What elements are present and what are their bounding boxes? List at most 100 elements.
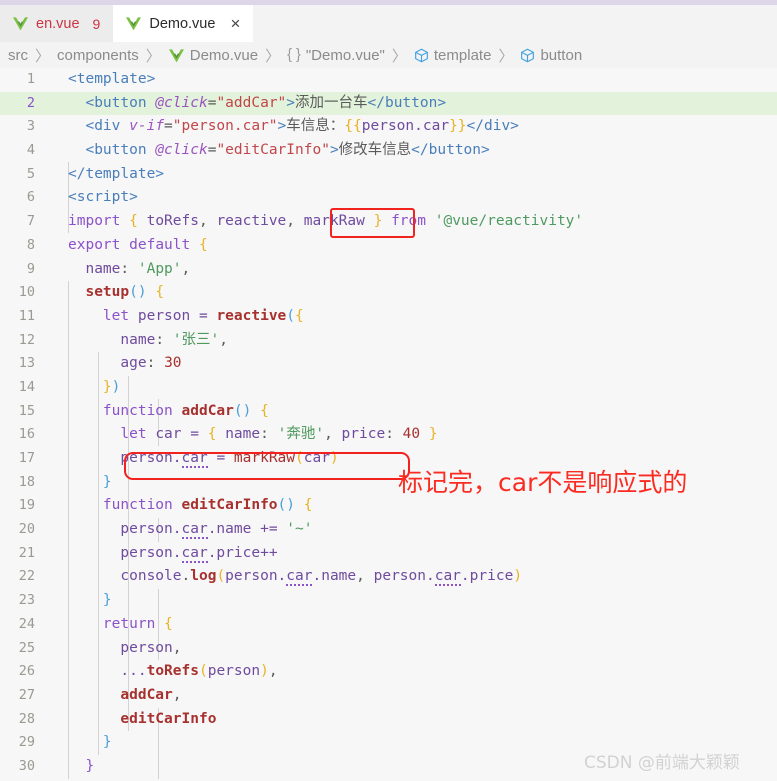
code-line[interactable]: 5 </template> [0,163,777,187]
code-line[interactable]: 16 let car = { name: '奔驰', price: 40 } [0,423,777,447]
code-line[interactable]: 6 <script> [0,186,777,210]
code-line[interactable]: 12 name: '张三', [0,329,777,353]
line-content: export default { [68,236,208,253]
breadcrumb-separator: 〉 [35,47,51,65]
code-line[interactable]: 13 age: 30 [0,352,777,376]
code-line[interactable]: 3 <div v-if="person.car">车信息：{{person.ca… [0,115,777,139]
tab-demo-vue[interactable]: Demo.vue × [113,5,254,42]
line-number: 14 [18,378,35,395]
line-number: 3 [26,118,35,135]
line-number: 7 [26,213,35,230]
code-line[interactable]: 7 import { toRefs, reactive, markRaw } f… [0,210,777,234]
line-content: name: 'App', [85,260,191,277]
line-number: 1 [26,71,35,87]
line-number: 18 [18,473,35,490]
tab-label: Demo.vue [149,15,216,32]
code-line[interactable]: 28 editCarInfo [0,708,777,732]
line-number: 5 [26,165,35,182]
cube-icon [520,48,535,63]
close-icon[interactable]: × [230,15,240,32]
annotation-markraw-note: 标记完，car不是响应式的 [398,468,688,497]
watermark: CSDN @前端大颖颖 [584,753,740,773]
breadcrumb-label: src [8,46,28,64]
code-line[interactable]: 23 } [0,589,777,613]
code-line[interactable]: 24 return { [0,613,777,637]
line-number: 22 [18,568,35,585]
line-content: <template> [68,71,156,87]
line-number: 24 [18,615,35,632]
line-content: <div v-if="person.car">车信息：{{person.car}… [85,118,519,135]
breadcrumb-label: button [540,46,583,64]
code-line[interactable]: 2 <button @click="addCar">添加一台车</button> [0,91,777,116]
breadcrumb-label: Demo.vue [189,46,259,64]
code-editor[interactable]: 1 <template> 2 <button @click="addCar">添… [0,68,777,781]
code-line[interactable]: 20 person.car.name += '~' [0,518,777,542]
line-content: function addCar() { [102,402,269,419]
vue-icon [12,16,29,31]
line-content: <button @click="addCar">添加一台车</button> [85,94,447,111]
line-number: 6 [26,189,35,206]
code-line[interactable]: 8 export default { [0,234,777,258]
line-content: person.car.price++ [120,544,278,563]
line-content: console.log(person.car.name, person.car.… [120,568,523,587]
breadcrumb-item-src[interactable]: src [8,47,28,64]
line-content: ...toRefs(person), [120,663,278,680]
line-number: 26 [18,663,35,680]
code-line[interactable]: 14 }) [0,376,777,400]
code-line[interactable]: 27 addCar, [0,684,777,708]
line-content: } [102,592,112,609]
line-number: 27 [18,686,35,703]
tab-en-vue[interactable]: en.vue 9 [0,5,114,42]
code-line[interactable]: 21 person.car.price++ [0,542,777,566]
line-content: setup() { [85,284,165,301]
line-content: <script> [68,189,138,206]
breadcrumb-item-components[interactable]: components [57,47,139,64]
line-content: name: '张三', [120,331,228,348]
code-line[interactable]: 10 setup() { [0,281,777,305]
code-line[interactable]: 25 person, [0,637,777,661]
line-content: import { toRefs, reactive, markRaw } fro… [68,213,584,230]
code-line[interactable]: 11 let person = reactive({ [0,305,777,329]
vue-icon [168,48,185,63]
line-number: 11 [18,307,35,324]
line-content: </template> [68,165,165,182]
line-number: 30 [18,757,35,774]
code-line[interactable]: 4 <button @click="editCarInfo">修改车信息</bu… [0,139,777,163]
code-line[interactable]: 22 console.log(person.car.name, person.c… [0,565,777,589]
line-number: 16 [18,426,35,443]
line-content: person.car.name += '~' [120,521,313,540]
editor-window: en.vue 9 Demo.vue × src 〉 components 〉 D… [0,0,777,781]
code-line[interactable]: 15 function addCar() { [0,400,777,424]
breadcrumb-separator: 〉 [265,47,281,65]
code-line[interactable]: 1 <template> [0,68,777,92]
line-number: 17 [18,450,35,466]
braces-icon: { } [287,47,301,63]
breadcrumb-label: "Demo.vue" [305,46,385,64]
line-content: }) [102,378,121,395]
code-line[interactable]: 26 ...toRefs(person), [0,660,777,684]
line-number: 15 [18,402,35,419]
line-content: <button @click="editCarInfo">修改车信息</butt… [85,142,490,159]
line-content: person, [120,639,182,656]
breadcrumb-item-template[interactable]: template [414,46,492,64]
breadcrumb-separator: 〉 [391,47,407,65]
line-number: 13 [18,355,35,372]
breadcrumb-separator: 〉 [145,47,161,65]
tab-error-badge: 9 [92,15,101,32]
breadcrumb-item-demo-vue[interactable]: Demo.vue [168,47,258,64]
line-content: age: 30 [120,355,182,372]
breadcrumb-item-demo-vue-object[interactable]: { } "Demo.vue" [287,47,385,64]
breadcrumb-label: template [433,46,492,64]
code-line[interactable]: 9 name: 'App', [0,258,777,282]
tab-label: en.vue [36,15,80,32]
breadcrumb: src 〉 components 〉 Demo.vue 〉 { } "Demo.… [0,42,777,68]
line-number: 25 [18,639,35,656]
line-content: addCar, [120,686,182,703]
line-content: let car = { name: '奔驰', price: 40 } [120,426,438,443]
vue-icon [125,16,142,31]
breadcrumb-item-button[interactable]: button [520,47,582,64]
line-number: 2 [26,94,35,111]
line-number: 28 [18,710,35,727]
line-number: 29 [18,734,35,751]
line-number: 10 [18,284,35,301]
